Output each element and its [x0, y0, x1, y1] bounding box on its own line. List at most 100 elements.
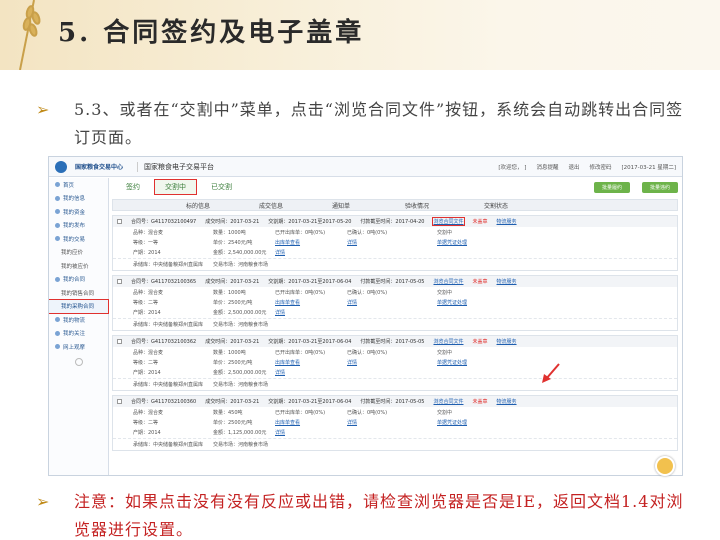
deal-time: 成交时间：2017-03-21: [205, 339, 260, 345]
trading-market: 交易市场：河南粮食市场: [213, 322, 269, 328]
collapse-icon[interactable]: [74, 357, 83, 366]
menu-dot-icon: [55, 276, 60, 282]
order-card: 合同号：G4117032100362 成交时间：2017-03-21 交割期：201…: [112, 335, 678, 391]
order-footer: 承储库：中央储备粮郑州直属库 交易市场：河南粮食市场: [113, 378, 677, 390]
message-link[interactable]: 消息提醒: [536, 163, 558, 171]
accept-detail-link[interactable]: 详情: [347, 359, 437, 366]
column-header: 交割状态: [483, 202, 508, 210]
trading-market: 交易市场：河南粮食市场: [213, 442, 269, 448]
voucher-link[interactable]: 单据凭证处理: [437, 299, 537, 306]
notice-detail-link[interactable]: 详情: [275, 249, 347, 256]
voucher-link[interactable]: 单据凭证处理: [437, 359, 537, 366]
sidebar-item[interactable]: 首页: [49, 178, 108, 192]
contract-number: 合同号：G4117032100497: [131, 219, 197, 225]
note-paragraph: 注意：如果点击没有没有反应或出错，请检查浏览器是否是IE，返回文档1.4对浏览器…: [74, 492, 684, 539]
accepted: 已确认：0吨(0%): [347, 230, 388, 236]
browse-contract-button[interactable]: 浏览合同文件: [433, 278, 463, 285]
delivery-state: 交割中: [437, 230, 453, 236]
logistics-link[interactable]: 物流服务: [497, 218, 517, 225]
storage-depot: 承储库：中央储备粮郑州直属库: [133, 382, 204, 388]
outbound-view-link[interactable]: 出库单查看: [275, 359, 347, 366]
order-checkbox[interactable]: [117, 339, 122, 344]
browse-contract-button[interactable]: 浏览合同文件: [433, 338, 463, 345]
amount: 金额：2,500,000.00元: [213, 370, 267, 376]
unit-price: 单价：2500元/吨: [213, 420, 253, 426]
grade: 等级：二等: [133, 300, 159, 306]
order-checkbox[interactable]: [117, 399, 122, 404]
contract-number: 合同号：G4117032100365: [131, 279, 197, 285]
tab-sign[interactable]: 签约: [116, 180, 150, 194]
notice-detail-link[interactable]: 详情: [275, 429, 347, 436]
amount: 金额：1,125,000.00元: [213, 430, 267, 436]
accept-detail-link[interactable]: 详情: [347, 419, 437, 426]
sidebar-item[interactable]: 网上观摩: [49, 340, 108, 354]
order-checkbox[interactable]: [117, 279, 122, 284]
outbound-view-link[interactable]: 出库单查看: [275, 239, 347, 246]
sidebar-item-label: 我的发布: [63, 223, 86, 230]
order-checkbox[interactable]: [117, 219, 122, 224]
chat-bubble-icon[interactable]: [655, 456, 675, 476]
tab-delivered[interactable]: 已交割: [201, 180, 242, 194]
variety: 品种：混合麦: [133, 350, 164, 356]
batch-default-button[interactable]: 批量违约: [641, 181, 678, 193]
variety: 品种：混合麦: [133, 290, 164, 296]
deal-time: 成交时间：2017-03-21: [205, 219, 260, 225]
outbound-view-link[interactable]: 出库单查看: [275, 419, 347, 426]
browse-contract-button[interactable]: 浏览合同文件: [433, 398, 463, 405]
sidebar-item[interactable]: 我的采购合同: [49, 298, 109, 314]
seal-status: 未盖章: [472, 399, 488, 405]
sidebar-item[interactable]: 我的信息: [49, 192, 108, 206]
batch-perform-button[interactable]: 批量履约: [593, 181, 630, 193]
order-card: 合同号：G4117032100365 成交时间：2017-03-21 交割期：201…: [112, 275, 678, 331]
sidebar-item[interactable]: 我的销售合同: [49, 286, 108, 300]
storage-depot: 承储库：中央储备粮郑州直属库: [133, 322, 204, 328]
voucher-link[interactable]: 单据凭证处理: [437, 239, 537, 246]
change-password-link[interactable]: 修改密码: [589, 163, 611, 171]
pay-deadline: 付款截至时间：2017-04-20: [360, 219, 425, 225]
menu-dot-icon: [55, 182, 60, 188]
sidebar-item-label: 我的物流: [63, 317, 86, 324]
order-body: 品种：混合麦 数量：450吨 已开出库单：0吨(0%) 已确认：0吨(0%) 交割中 等级…: [113, 407, 677, 438]
sidebar-item-label: 我的关注: [63, 331, 86, 338]
order-header: 合同号：G4117032100360 成交时间：2017-03-21 交割期：201…: [113, 396, 677, 407]
storage-depot: 承储库：中央储备粮郑州直属库: [133, 442, 204, 448]
delivery-period: 交割期：2017-03-21至2017-06-04: [268, 339, 352, 345]
browse-contract-button[interactable]: 浏览合同文件: [432, 217, 465, 226]
notice-detail-link[interactable]: 详情: [275, 309, 347, 316]
sidebar-item[interactable]: 我的物流: [49, 313, 108, 327]
sidebar-item[interactable]: 我的关注: [49, 327, 108, 341]
contract-number: 合同号：G4117032100362: [131, 339, 197, 345]
menu-dot-icon: [55, 344, 60, 350]
order-header: 合同号：G4117032100365 成交时间：2017-03-21 交割期：201…: [113, 276, 677, 287]
unit-price: 单价：2540元/吨: [213, 240, 253, 246]
sidebar-item[interactable]: 我的合同: [49, 273, 108, 287]
sidebar-item-label: 我的交易: [63, 236, 86, 243]
accept-detail-link[interactable]: 详情: [347, 239, 437, 246]
logo-text: 国家粮食交易中心: [75, 164, 124, 171]
sidebar-item[interactable]: 我的发布: [49, 219, 108, 233]
contract-number: 合同号：G4117032100360: [131, 399, 197, 405]
sidebar-item[interactable]: 我的资金: [49, 205, 108, 219]
embedded-web-screenshot: 国家粮食交易中心 国家粮食电子交易平台 [欢迎您， ] 消息提醒 退出 修改密码…: [48, 156, 683, 476]
logistics-link[interactable]: 物流服务: [497, 338, 517, 345]
sidebar-item-label: 首页: [63, 182, 75, 189]
seal-status: 未盖章: [472, 339, 488, 345]
logout-link[interactable]: 退出: [568, 163, 579, 171]
out-ready: 已开出库单：0吨(0%): [275, 290, 326, 296]
sidebar-item[interactable]: 我的应价: [49, 246, 108, 260]
sidebar-item[interactable]: 我的交易: [49, 232, 108, 246]
logistics-link[interactable]: 物流服务: [497, 278, 517, 285]
logistics-link[interactable]: 物流服务: [497, 398, 517, 405]
sidebar-item[interactable]: 我的被应价: [49, 259, 108, 273]
menu-dot-icon: [55, 317, 60, 323]
out-ready: 已开出库单：0吨(0%): [275, 230, 326, 236]
seal-status: 未盖章: [472, 219, 488, 225]
accept-detail-link[interactable]: 详情: [347, 299, 437, 306]
notice-detail-link[interactable]: 详情: [275, 369, 347, 376]
red-arrow-icon: [542, 363, 560, 383]
voucher-link[interactable]: 单据凭证处理: [437, 419, 537, 426]
tab-in-delivery[interactable]: 交割中: [154, 179, 197, 195]
instruction-paragraph: 5.3、或者在“交割中”菜单，点击“浏览合同文件”按钮，系统会自动跳转出合同签订…: [74, 100, 684, 147]
outbound-view-link[interactable]: 出库单查看: [275, 299, 347, 306]
quantity: 数量：1000吨: [213, 350, 246, 356]
